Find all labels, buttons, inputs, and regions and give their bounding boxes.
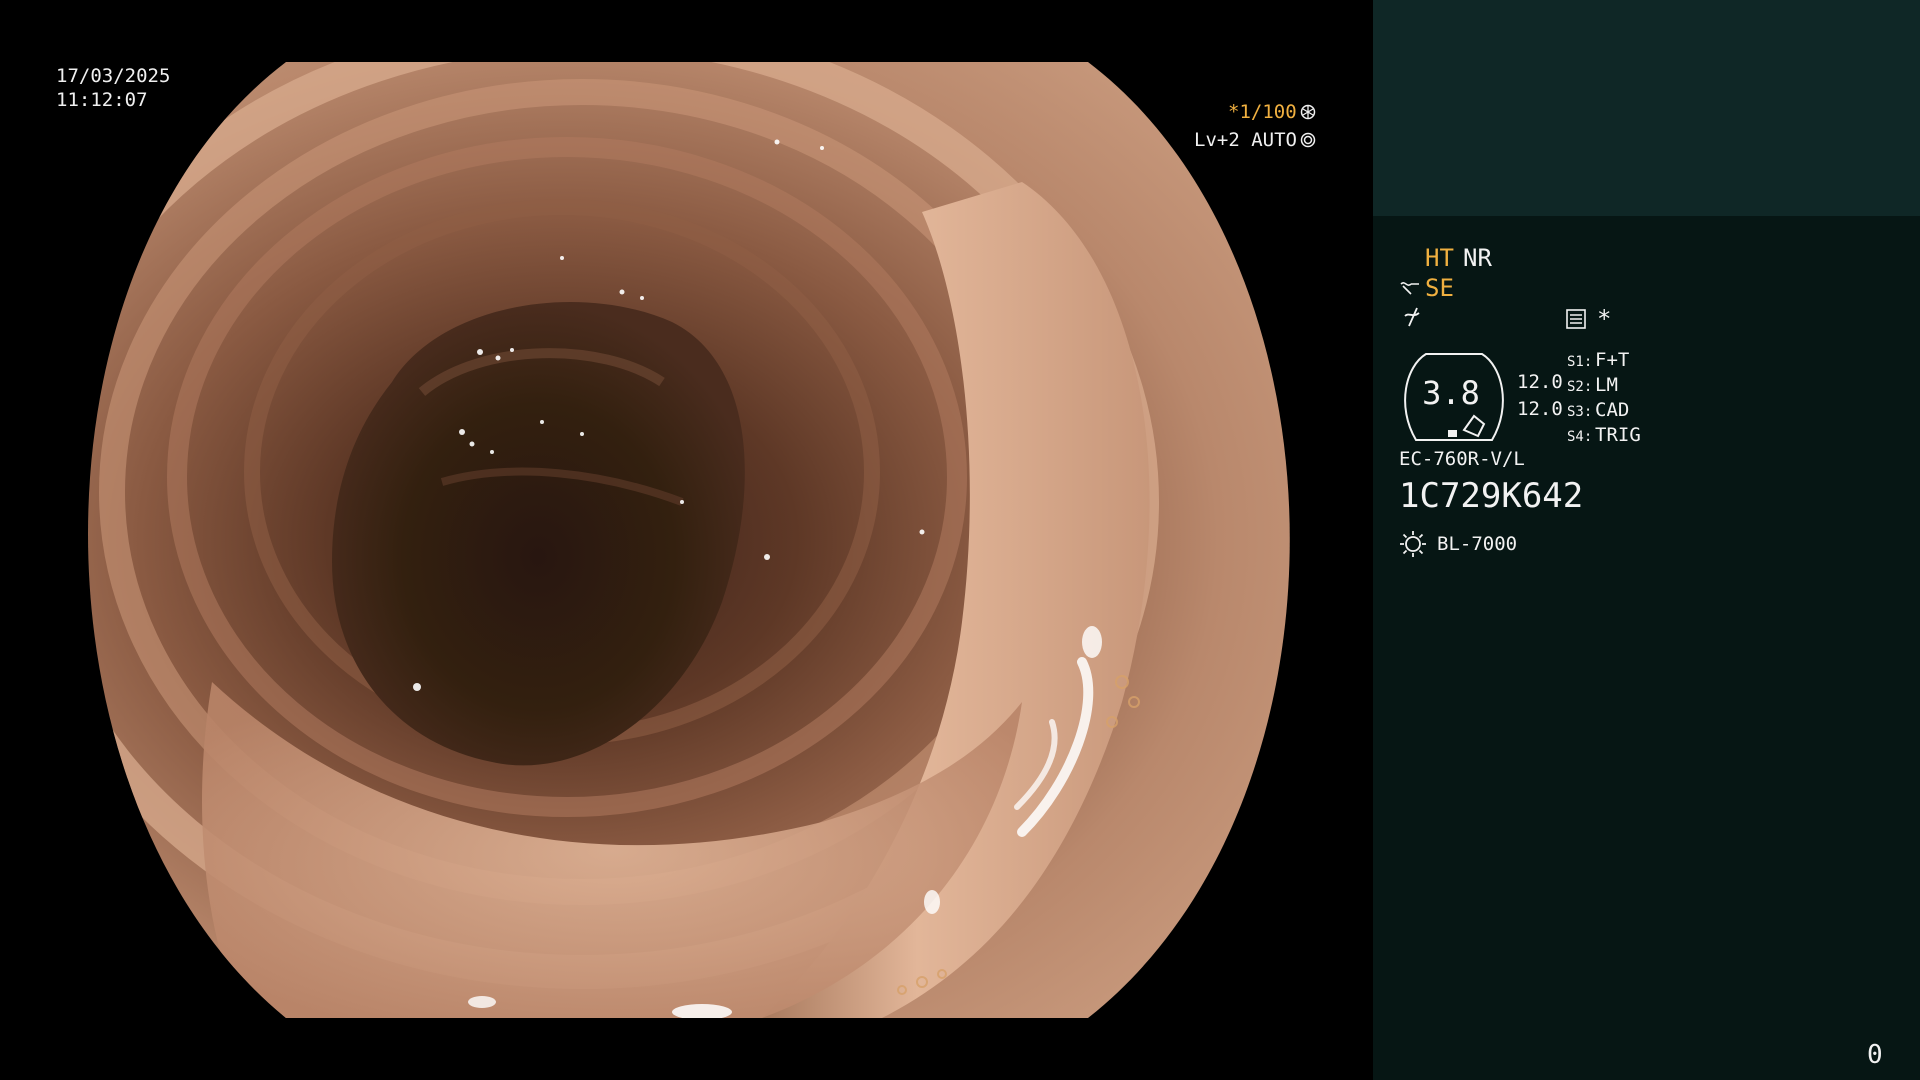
iris-ring-icon [1300,132,1316,148]
aperture-icon [1300,104,1315,120]
scope-serial-number: 1C729K642 [1399,476,1584,516]
switch-value: LM [1595,374,1618,396]
light-source-model: BL-7000 [1437,533,1518,555]
menu-list-icon [1566,309,1586,329]
zoom-value: 3.8 [1422,374,1480,412]
star-indicator: * [1597,305,1612,333]
image-counter: 0 [1867,1040,1883,1070]
value-readout-2: 12.0 [1517,398,1563,420]
freeze-icon [1404,307,1420,327]
switch-value: F+T [1595,349,1630,371]
scope-model: EC-760R-V/L [1399,448,1525,470]
date-readout: 17/03/2025 [56,65,171,87]
structure-enhance-icon [1400,282,1419,295]
switch-key: S3: [1567,404,1593,420]
shutter-value: *1/100 [1228,101,1297,123]
switch-key: S2: [1567,379,1593,395]
time-readout: 11:12:07 [56,89,148,111]
endoscopic-image [62,62,1312,1018]
iris-readout: Lv+2 AUTO [1194,128,1316,152]
endoscope-view: 17/03/2025 11:12:07 *1/100 Lv+2 AUTO [0,0,1373,1080]
switch-value: CAD [1595,399,1630,421]
thumbnail-area [1373,0,1920,216]
light-source-icon [1400,531,1426,557]
info-panel: HT NR SE * 3.8 12.0 12.0 S1: F+T S2: LM … [1373,0,1920,1080]
shutter-readout: *1/100 [1228,100,1316,124]
value-readout-1: 12.0 [1517,371,1563,393]
switch-value: TRIG [1595,424,1641,446]
ht-mode-label: HT [1425,244,1454,272]
switch-key: S1: [1567,354,1593,370]
se-mode-label: SE [1425,274,1454,302]
iris-value: Lv+2 AUTO [1194,129,1297,151]
switch-key: S4: [1567,429,1593,445]
nr-mode-label: NR [1463,244,1492,272]
